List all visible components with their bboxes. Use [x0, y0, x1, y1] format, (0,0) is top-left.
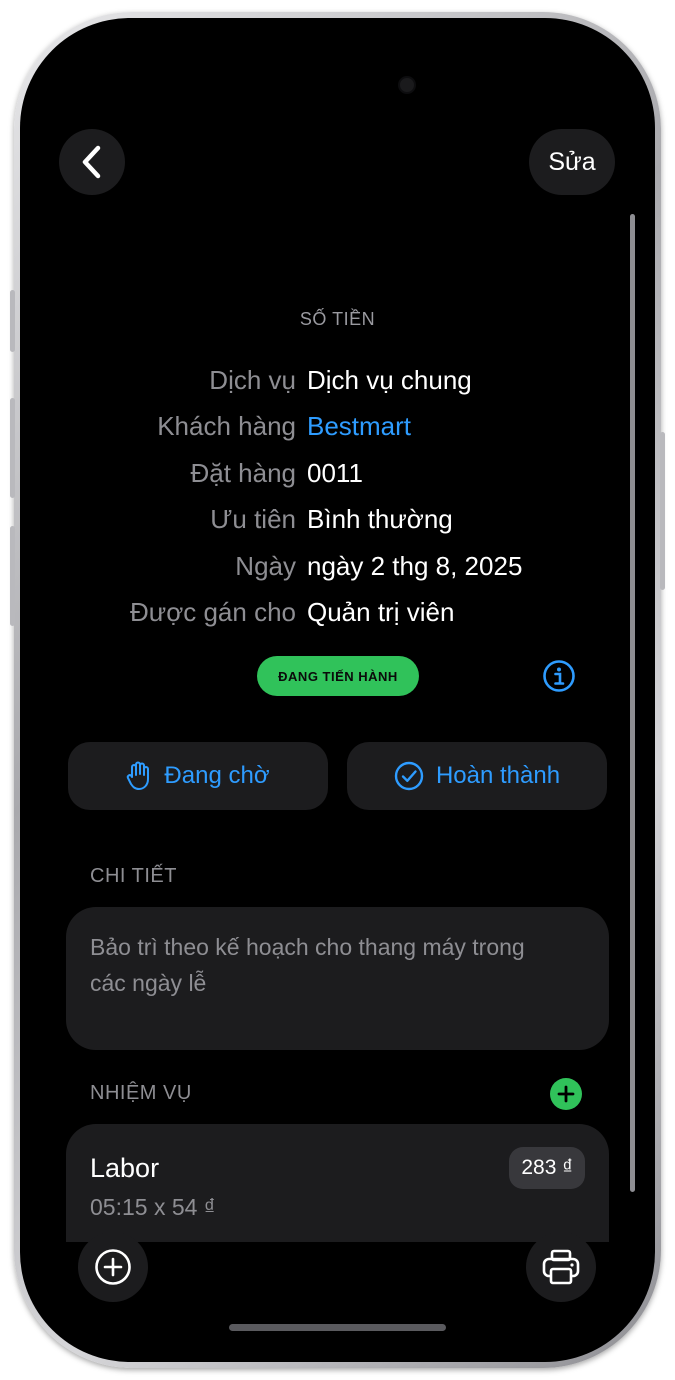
volume-up-button	[10, 398, 15, 498]
hold-button[interactable]: Đang chờ	[68, 742, 328, 810]
date-value: ngày 2 thg 8, 2025	[307, 551, 523, 581]
scrollbar[interactable]	[630, 214, 635, 1192]
add-button[interactable]	[78, 1232, 148, 1302]
details-section-title: CHI TIẾT	[90, 865, 177, 887]
printer-icon	[542, 1249, 580, 1285]
info-button[interactable]	[542, 659, 576, 693]
plus-circle-icon	[95, 1249, 131, 1285]
volume-down-button	[10, 526, 15, 626]
complete-label: Hoàn thành	[435, 762, 561, 789]
assignee-value: Quản trị viên	[307, 597, 455, 627]
hand-icon	[127, 761, 150, 790]
chevron-left-icon	[82, 145, 101, 179]
front-camera	[398, 76, 416, 94]
order-label: Đặt hàng	[190, 458, 296, 488]
service-value: Dịch vụ chung	[307, 365, 472, 395]
details-text-line1: Bảo trì theo kế hoạch cho thang máy tron…	[90, 934, 525, 960]
assignee-label: Được gán cho	[130, 597, 296, 627]
details-card: Bảo trì theo kế hoạch cho thang máy tron…	[66, 907, 609, 1050]
customer-label: Khách hàng	[157, 411, 296, 441]
priority-value: Bình thường	[307, 504, 453, 534]
info-circle-icon	[543, 660, 575, 692]
task-card[interactable]: Labor 283 ₫ 05:15 x 54 ₫	[66, 1124, 609, 1242]
edit-button[interactable]: Sửa	[529, 129, 615, 195]
customer-link[interactable]: Bestmart	[307, 411, 411, 442]
hold-label: Đang chờ	[164, 762, 270, 789]
task-price-badge: 283 ₫	[509, 1147, 585, 1189]
priority-label: Ưu tiên	[210, 504, 296, 534]
task-detail: 05:15 x 54 ₫	[90, 1194, 216, 1220]
service-label: Dịch vụ	[209, 365, 296, 395]
order-value: 0011	[307, 458, 363, 488]
amount-label: SỐ TIỀN	[299, 309, 376, 329]
date-label: Ngày	[235, 551, 296, 581]
home-indicator[interactable]	[229, 1324, 446, 1331]
tasks-section-title: NHIỆM VỤ	[90, 1082, 192, 1104]
status-badge: ĐANG TIẾN HÀNH	[257, 656, 419, 696]
power-button	[660, 432, 665, 590]
checkmark-circle-icon	[394, 761, 424, 791]
edit-label: Sửa	[548, 147, 596, 176]
print-button[interactable]	[526, 1232, 596, 1302]
plus-icon	[557, 1085, 575, 1103]
details-text-line2: các ngày lễ	[90, 970, 207, 996]
back-button[interactable]	[59, 129, 125, 195]
complete-button[interactable]: Hoàn thành	[347, 742, 607, 810]
add-task-button[interactable]	[550, 1078, 582, 1110]
amount-value: 283 ₫	[261, 237, 414, 304]
task-name: Labor	[90, 1153, 160, 1183]
